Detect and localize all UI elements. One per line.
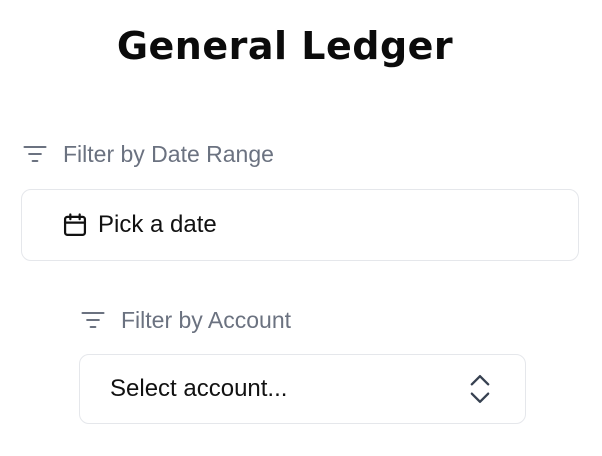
account-filter-label-text: Filter by Account xyxy=(121,306,292,333)
date-picker-placeholder: Pick a date xyxy=(98,211,217,238)
filter-icon xyxy=(79,306,107,334)
account-select[interactable]: Select account... xyxy=(79,354,526,424)
account-select-placeholder: Select account... xyxy=(110,375,288,402)
filter-icon xyxy=(21,140,49,168)
date-range-filter-label: Filter by Date Range xyxy=(21,140,274,168)
calendar-icon xyxy=(60,210,90,240)
date-picker-button[interactable]: Pick a date xyxy=(21,189,579,261)
chevron-up-down-icon xyxy=(465,369,495,409)
page-title: General Ledger xyxy=(116,24,454,68)
account-filter-label: Filter by Account xyxy=(79,306,291,334)
date-range-filter-label-text: Filter by Date Range xyxy=(63,140,274,167)
